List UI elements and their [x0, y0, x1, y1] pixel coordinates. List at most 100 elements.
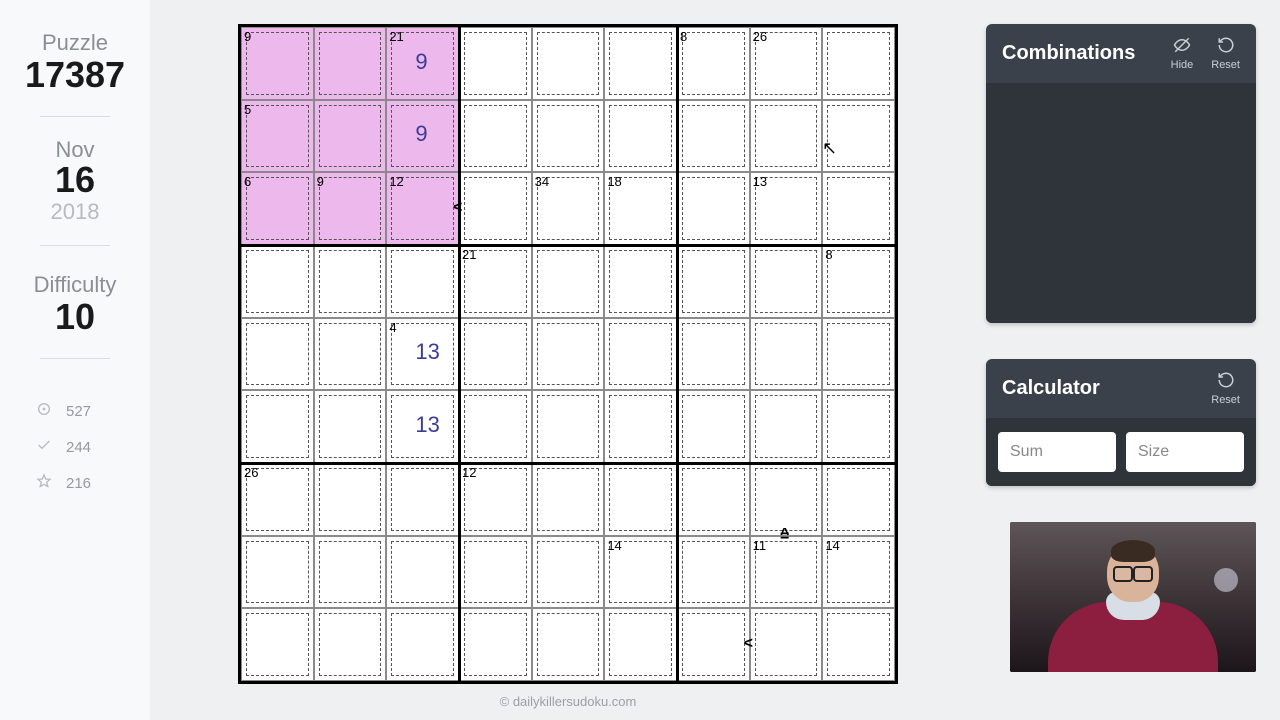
cage-sum: 21	[462, 247, 476, 262]
cell[interactable]	[241, 27, 314, 100]
cell[interactable]	[459, 100, 532, 173]
cell[interactable]	[314, 390, 387, 463]
cell[interactable]	[822, 27, 895, 100]
cell[interactable]	[314, 27, 387, 100]
cell[interactable]	[822, 245, 895, 318]
stat-rated: 216	[0, 465, 150, 501]
cell[interactable]	[459, 318, 532, 391]
cell[interactable]	[750, 245, 823, 318]
cell[interactable]	[386, 608, 459, 681]
cell[interactable]	[459, 608, 532, 681]
refresh-icon	[1217, 36, 1235, 59]
inequality-marker: ^	[780, 526, 789, 544]
cell[interactable]	[314, 172, 387, 245]
cell[interactable]	[532, 318, 605, 391]
cell[interactable]	[677, 390, 750, 463]
cell[interactable]	[532, 245, 605, 318]
cell[interactable]	[459, 536, 532, 609]
cell[interactable]	[677, 172, 750, 245]
cell[interactable]	[241, 318, 314, 391]
cell[interactable]	[677, 608, 750, 681]
pencil-mark: 13	[415, 339, 439, 365]
cell[interactable]	[532, 390, 605, 463]
cell[interactable]	[459, 172, 532, 245]
cell[interactable]	[750, 100, 823, 173]
cell[interactable]	[822, 100, 895, 173]
combinations-reset-button[interactable]: Reset	[1211, 36, 1240, 71]
cell[interactable]	[604, 27, 677, 100]
cell[interactable]	[750, 318, 823, 391]
inequality-marker: <	[453, 199, 462, 217]
reset-label: Reset	[1211, 59, 1240, 71]
combinations-hide-button[interactable]: Hide	[1171, 36, 1194, 71]
cell[interactable]	[604, 608, 677, 681]
calculator-sum-input[interactable]	[998, 432, 1116, 472]
reset-label: Reset	[1211, 394, 1240, 406]
cage-sum: 12	[389, 174, 403, 189]
cell[interactable]	[386, 463, 459, 536]
cell[interactable]	[314, 463, 387, 536]
cell[interactable]	[241, 245, 314, 318]
cell[interactable]	[314, 608, 387, 681]
calculator-reset-button[interactable]: Reset	[1211, 371, 1240, 406]
cell[interactable]	[532, 463, 605, 536]
cell[interactable]	[677, 536, 750, 609]
cage-sum: 4	[389, 320, 396, 335]
cell[interactable]	[604, 318, 677, 391]
cell[interactable]	[532, 27, 605, 100]
cage-sum: 8	[825, 247, 832, 262]
cage-sum: 5	[244, 102, 251, 117]
cage-sum: 14	[607, 538, 621, 553]
cell[interactable]	[314, 318, 387, 391]
cell[interactable]	[677, 245, 750, 318]
puzzle-label: Puzzle	[42, 30, 108, 56]
cell[interactable]	[822, 318, 895, 391]
cell[interactable]	[750, 390, 823, 463]
cell[interactable]	[314, 536, 387, 609]
cell[interactable]	[459, 27, 532, 100]
combinations-body[interactable]	[986, 83, 1256, 323]
cage-sum: 21	[389, 29, 403, 44]
cell[interactable]	[750, 608, 823, 681]
combinations-panel: Combinations Hide Reset	[986, 24, 1256, 323]
calculator-size-input[interactable]	[1126, 432, 1244, 472]
check-icon	[36, 437, 52, 457]
cage-sum: 12	[462, 465, 476, 480]
cell[interactable]	[604, 390, 677, 463]
cell[interactable]	[604, 463, 677, 536]
cell[interactable]	[822, 172, 895, 245]
cage-sum: 34	[535, 174, 549, 189]
cell[interactable]	[459, 390, 532, 463]
cell[interactable]	[241, 536, 314, 609]
cell[interactable]	[532, 608, 605, 681]
cell[interactable]	[822, 463, 895, 536]
cell[interactable]	[677, 27, 750, 100]
cell[interactable]	[677, 100, 750, 173]
cell[interactable]	[314, 245, 387, 318]
cell[interactable]	[532, 536, 605, 609]
cell[interactable]	[241, 100, 314, 173]
cell[interactable]	[241, 608, 314, 681]
cell[interactable]	[604, 100, 677, 173]
inequality-marker: <	[744, 635, 753, 653]
cage-sum: 14	[825, 538, 839, 553]
hide-label: Hide	[1171, 59, 1194, 71]
copyright-text: © dailykillersudoku.com	[500, 694, 637, 709]
cell[interactable]	[822, 390, 895, 463]
cell[interactable]	[314, 100, 387, 173]
cell[interactable]	[677, 318, 750, 391]
cage-sum: 6	[244, 174, 251, 189]
cell[interactable]	[241, 172, 314, 245]
date-year: 2018	[51, 199, 100, 225]
stat-rated-value: 216	[66, 475, 91, 492]
divider	[40, 358, 110, 359]
cell[interactable]	[241, 390, 314, 463]
cell[interactable]	[822, 608, 895, 681]
cell[interactable]	[604, 245, 677, 318]
cell[interactable]	[386, 245, 459, 318]
cell[interactable]	[532, 100, 605, 173]
cell[interactable]	[677, 463, 750, 536]
cell[interactable]	[386, 536, 459, 609]
cage-sum: 8	[680, 29, 687, 44]
sudoku-board[interactable]: 9218265691234181321842612141114991313<=^…	[238, 24, 898, 684]
